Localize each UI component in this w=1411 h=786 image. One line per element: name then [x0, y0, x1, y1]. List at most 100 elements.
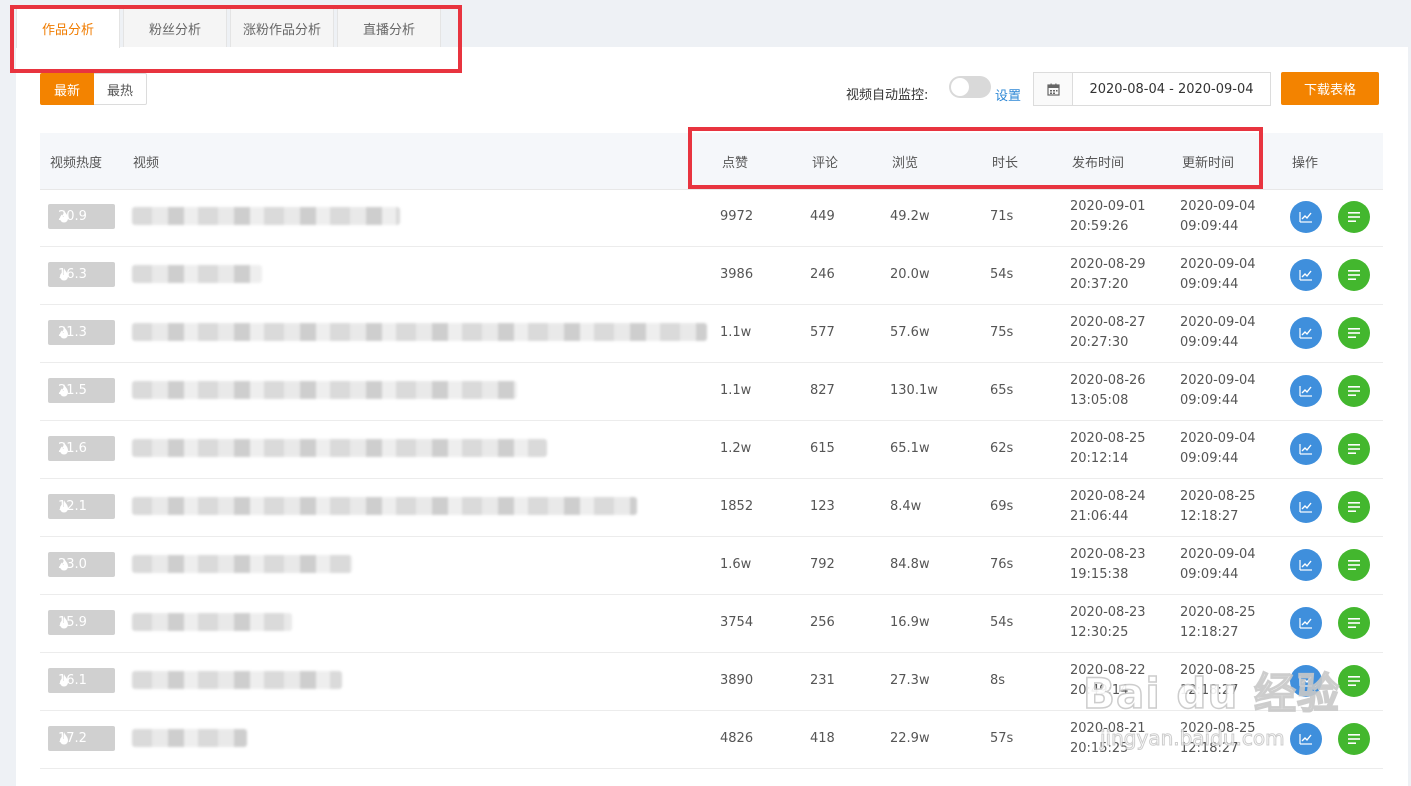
flame-icon	[58, 383, 70, 398]
update-time-value: 2020-09-04 09:09:44	[1180, 257, 1256, 292]
video-title-blurred[interactable]	[132, 207, 400, 225]
chart-icon	[1299, 385, 1313, 397]
calendar-icon	[1034, 73, 1073, 105]
monitor-settings-link[interactable]: 设置	[995, 85, 1021, 104]
chart-icon	[1299, 559, 1313, 571]
publish-time-value: 2020-08-26 13:05:08	[1070, 373, 1146, 408]
trend-chart-button[interactable]	[1290, 607, 1322, 639]
likes-value: 1.6w	[720, 557, 752, 572]
heat-badge: 21.3	[48, 320, 115, 345]
table-header: 视频热度 视频 点赞 评论 浏览 时长 发布时间 更新时间 操作	[40, 133, 1383, 190]
auto-monitor-switch[interactable]	[949, 76, 991, 98]
detail-list-button[interactable]	[1338, 433, 1370, 465]
list-icon	[1348, 270, 1360, 280]
update-time-value: 2020-09-04 09:09:44	[1180, 431, 1256, 466]
col-video: 视频	[133, 156, 160, 171]
video-title-blurred[interactable]	[132, 555, 352, 573]
duration-value: 8s	[990, 673, 1006, 688]
detail-list-button[interactable]	[1338, 549, 1370, 581]
video-title-blurred[interactable]	[132, 381, 517, 399]
download-table-button[interactable]: 下载表格	[1281, 72, 1379, 105]
comments-value: 449	[810, 209, 835, 224]
video-title-blurred[interactable]	[132, 671, 342, 689]
heat-badge: 20.9	[48, 204, 115, 229]
chart-icon	[1299, 617, 1313, 629]
flame-icon	[58, 499, 70, 514]
date-range-picker[interactable]: 2020-08-04 - 2020-09-04	[1033, 72, 1271, 106]
video-title-blurred[interactable]	[132, 265, 262, 283]
publish-time-value: 2020-09-01 20:59:26	[1070, 199, 1146, 234]
table-row: 16.3 3986 246 20.0w 54s 2020-08-29 20:37:20 202…	[40, 247, 1383, 305]
update-time-value: 2020-09-04 09:09:44	[1180, 547, 1256, 582]
trend-chart-button[interactable]	[1290, 375, 1322, 407]
update-time-value: 2020-09-04 09:09:44	[1180, 315, 1256, 350]
sort-hottest-button[interactable]: 最热	[94, 73, 148, 105]
heat-badge: 12.1	[48, 494, 115, 519]
duration-value: 76s	[990, 557, 1014, 572]
detail-list-button[interactable]	[1338, 665, 1370, 697]
duration-value: 75s	[990, 325, 1014, 340]
detail-list-button[interactable]	[1338, 201, 1370, 233]
col-publish-time[interactable]: 发布时间	[1072, 152, 1124, 171]
col-duration[interactable]: 时长	[992, 152, 1018, 171]
heat-badge: 15.9	[48, 610, 115, 635]
tab-works-analysis[interactable]: 作品分析	[16, 8, 120, 48]
chart-icon	[1299, 733, 1313, 745]
update-time-value: 2020-09-04 09:09:44	[1180, 373, 1256, 408]
trend-chart-button[interactable]	[1290, 491, 1322, 523]
views-value: 49.2w	[890, 209, 930, 224]
detail-list-button[interactable]	[1338, 607, 1370, 639]
detail-list-button[interactable]	[1338, 723, 1370, 755]
detail-list-button[interactable]	[1338, 259, 1370, 291]
detail-list-button[interactable]	[1338, 491, 1370, 523]
list-icon	[1348, 734, 1360, 744]
update-time-value: 2020-08-25 12:18:27	[1180, 489, 1256, 524]
col-comments[interactable]: 评论	[812, 152, 838, 171]
views-value: 84.8w	[890, 557, 930, 572]
likes-value: 1.1w	[720, 383, 752, 398]
tab-fans-analysis[interactable]: 粉丝分析	[123, 8, 227, 47]
video-title-blurred[interactable]	[132, 729, 247, 747]
tab-fan-growth-works[interactable]: 涨粉作品分析	[230, 8, 334, 47]
trend-chart-button[interactable]	[1290, 317, 1322, 349]
trend-chart-button[interactable]	[1290, 549, 1322, 581]
col-update-time[interactable]: 更新时间	[1182, 152, 1234, 171]
detail-list-button[interactable]	[1338, 375, 1370, 407]
sort-latest-button[interactable]: 最新	[40, 73, 95, 105]
video-title-blurred[interactable]	[132, 613, 292, 631]
likes-value: 3986	[720, 267, 754, 282]
table-row: 15.9 3754 256 16.9w 54s 2020-08-23 12:30:25 202…	[40, 595, 1383, 653]
video-title-blurred[interactable]	[132, 497, 637, 515]
flame-icon	[58, 557, 70, 572]
duration-value: 54s	[990, 267, 1014, 282]
trend-chart-button[interactable]	[1290, 259, 1322, 291]
table-row: 20.9 9972 449 49.2w 71s 2020-09-01 20:59:26 202…	[40, 189, 1383, 247]
heat-badge: 21.6	[48, 436, 115, 461]
chart-icon	[1299, 269, 1313, 281]
comments-value: 246	[810, 267, 835, 282]
flame-icon	[58, 441, 70, 456]
detail-list-button[interactable]	[1338, 317, 1370, 349]
col-likes[interactable]: 点赞	[722, 152, 748, 171]
trend-chart-button[interactable]	[1290, 201, 1322, 233]
update-time-value: 2020-09-04 09:09:44	[1180, 199, 1256, 234]
chart-icon	[1299, 443, 1313, 455]
comments-value: 827	[810, 383, 835, 398]
video-title-blurred[interactable]	[132, 439, 547, 457]
video-title-blurred[interactable]	[132, 323, 707, 341]
comments-value: 615	[810, 441, 835, 456]
watermark-url: jingyan.baidu.com	[1100, 726, 1286, 751]
publish-time-value: 2020-08-25 20:12:14	[1070, 431, 1146, 466]
comments-value: 792	[810, 557, 835, 572]
trend-chart-button[interactable]	[1290, 433, 1322, 465]
table-row: 21.3 1.1w 577 57.6w 75s 2020-08-27 20:27:30 202…	[40, 305, 1383, 363]
list-icon	[1348, 444, 1360, 454]
duration-value: 69s	[990, 499, 1014, 514]
tab-live-analysis[interactable]: 直播分析	[337, 8, 441, 47]
trend-chart-button[interactable]	[1290, 723, 1322, 755]
watermark-logo: Bai du 经验	[1082, 668, 1340, 719]
heat-badge: 17.2	[48, 726, 115, 751]
col-views[interactable]: 浏览	[892, 152, 918, 171]
publish-time-value: 2020-08-23 12:30:25	[1070, 605, 1146, 640]
likes-value: 3890	[720, 673, 754, 688]
